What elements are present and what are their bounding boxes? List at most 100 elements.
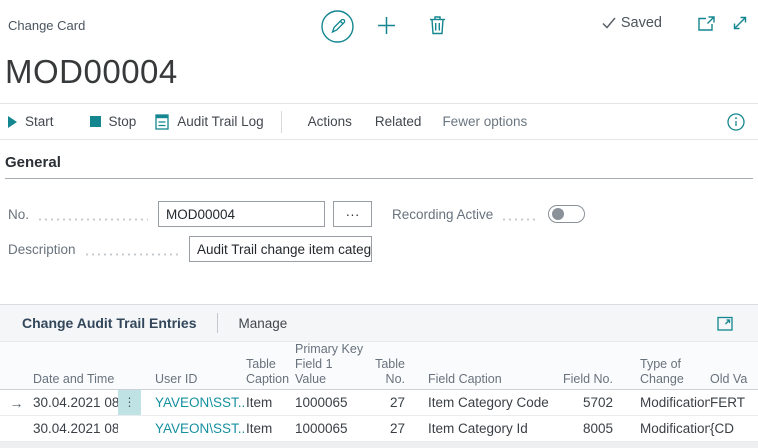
entries-grid-header: Date and Time User ID Table Caption Prim…	[0, 341, 758, 390]
play-icon	[8, 116, 17, 128]
change-audit-trail-entries-part: Change Audit Trail Entries Manage Date a…	[0, 304, 758, 448]
column-header-old-value[interactable]: Old Va	[710, 372, 758, 387]
cell-type-of-change[interactable]: Modification	[613, 395, 710, 410]
save-status-label: Saved	[621, 15, 662, 31]
open-in-new-window-icon	[698, 16, 715, 31]
page-title: MOD00004	[5, 52, 758, 96]
related-menu[interactable]: Related	[375, 114, 422, 129]
leader-dots	[501, 218, 538, 221]
diagonal-resize-icon	[732, 15, 748, 31]
part-focus-mode-button[interactable]	[717, 316, 733, 331]
delete-button[interactable]	[429, 15, 446, 35]
actions-menu-label: Actions	[308, 114, 352, 129]
pencil-icon	[321, 10, 354, 43]
plus-icon	[377, 16, 396, 35]
cell-table-caption[interactable]: Item	[246, 395, 295, 410]
actions-menu[interactable]: Actions	[308, 114, 352, 129]
stop-icon	[90, 116, 101, 127]
entries-grid: Date and Time User ID Table Caption Prim…	[0, 341, 758, 448]
open-in-new-window-button[interactable]	[698, 16, 715, 31]
part-caption-divider	[217, 313, 218, 333]
no-field-row: No. MOD00004 ···	[8, 201, 372, 227]
stop-button[interactable]: Stop	[90, 114, 137, 129]
cell-primary-key[interactable]: 1000065	[295, 421, 365, 436]
page-context-label: Change Card	[8, 18, 85, 33]
no-field-label: No.	[8, 207, 29, 222]
column-header-table-caption[interactable]: Table Caption	[246, 357, 295, 387]
column-header-field-no[interactable]: Field No.	[558, 372, 613, 387]
cell-primary-key[interactable]: 1000065	[295, 395, 365, 410]
stop-button-label: Stop	[109, 114, 137, 129]
table-row[interactable]: → 30.04.2021 08:... ⋮ YAVEON\SST... Item…	[0, 390, 758, 416]
save-status: Saved	[602, 15, 662, 31]
no-field-input[interactable]: MOD00004	[158, 201, 325, 227]
column-header-type-of-change[interactable]: Type of Change	[613, 357, 710, 387]
report-log-icon	[155, 114, 169, 130]
cell-user-id[interactable]: YAVEON\SST...	[141, 421, 246, 436]
general-left-column: No. MOD00004 ··· Description Audit Trail…	[8, 201, 372, 271]
cell-type-of-change[interactable]: Modification	[613, 421, 710, 436]
audit-trail-log-button[interactable]: Audit Trail Log	[155, 114, 263, 130]
row-context-menu-button[interactable]: ⋮	[118, 390, 141, 415]
trash-icon	[429, 15, 446, 35]
leader-dots	[84, 253, 179, 256]
leader-dots	[37, 218, 148, 221]
active-row-indicator-icon: →	[0, 395, 33, 411]
part-caption-row: Change Audit Trail Entries Manage	[0, 305, 758, 341]
cell-row-menu: ⋮	[118, 390, 141, 415]
cell-user-id[interactable]: YAVEON\SST...	[141, 395, 246, 410]
grid-bottom-strip	[0, 442, 758, 448]
focused-cell-value[interactable]: 30.04.2021 08:...	[33, 395, 118, 410]
recording-active-field-row: Recording Active	[392, 201, 585, 227]
manage-menu[interactable]: Manage	[239, 316, 288, 331]
top-command-bar: Change Card	[0, 0, 758, 52]
no-assist-edit-button[interactable]: ···	[333, 201, 372, 227]
cell-field-no[interactable]: 8005	[558, 421, 613, 436]
user-id-link[interactable]: YAVEON\SST...	[155, 395, 246, 410]
topbar-right-cluster: Saved	[602, 15, 748, 31]
start-button-label: Start	[25, 114, 54, 129]
column-header-field-caption[interactable]: Field Caption	[405, 372, 558, 387]
general-section-heading[interactable]: General	[5, 154, 753, 179]
cell-table-caption[interactable]: Item	[246, 421, 295, 436]
cell-table-no[interactable]: 27	[365, 395, 405, 410]
fewer-options-button[interactable]: Fewer options	[442, 114, 527, 129]
part-caption[interactable]: Change Audit Trail Entries	[22, 315, 197, 331]
info-icon	[727, 113, 745, 131]
description-field-row: Description Audit Trail change item cate…	[8, 236, 372, 262]
column-header-table-no[interactable]: Table No.	[365, 357, 405, 387]
cell-table-no[interactable]: 27	[365, 421, 405, 436]
cell-row-menu	[118, 416, 141, 441]
recording-active-toggle[interactable]	[548, 205, 585, 223]
check-icon	[602, 17, 616, 29]
description-field-label: Description	[8, 242, 76, 257]
cell-field-caption[interactable]: Item Category Code	[405, 395, 558, 410]
table-row[interactable]: 30.04.2021 08:... YAVEON\SST... Item 100…	[0, 416, 758, 442]
cell-old-value[interactable]: {CD	[710, 421, 758, 436]
recording-active-label: Recording Active	[392, 207, 493, 222]
info-button[interactable]	[727, 113, 745, 131]
fewer-options-label: Fewer options	[442, 114, 527, 129]
focus-mode-icon	[717, 316, 733, 331]
user-id-link[interactable]: YAVEON\SST...	[155, 421, 246, 436]
column-header-primary-key[interactable]: Primary Key Field 1 Value	[295, 342, 365, 387]
toggle-knob-icon	[552, 208, 564, 220]
cell-date-time[interactable]: 30.04.2021 08:...	[33, 421, 118, 436]
action-bar: Start Stop Audit Trail Log Actions Relat…	[0, 104, 758, 140]
related-menu-label: Related	[375, 114, 422, 129]
cell-field-no[interactable]: 5702	[558, 395, 613, 410]
action-bar-divider	[281, 111, 282, 133]
column-header-user-id[interactable]: User ID	[141, 372, 246, 387]
column-header-date-time[interactable]: Date and Time	[33, 372, 118, 387]
description-field-input[interactable]: Audit Trail change item category i	[189, 236, 372, 262]
cell-old-value[interactable]: FERT	[710, 395, 758, 410]
general-right-column: Recording Active	[392, 201, 758, 271]
new-button[interactable]	[377, 16, 396, 35]
general-fields: No. MOD00004 ··· Description Audit Trail…	[0, 201, 758, 271]
start-button[interactable]: Start	[8, 114, 54, 129]
cell-date-time[interactable]: 30.04.2021 08:...	[33, 395, 118, 410]
cell-field-caption[interactable]: Item Category Id	[405, 421, 558, 436]
edit-button[interactable]	[321, 10, 354, 43]
audit-trail-log-label: Audit Trail Log	[177, 114, 263, 129]
expand-page-button[interactable]	[732, 15, 748, 31]
